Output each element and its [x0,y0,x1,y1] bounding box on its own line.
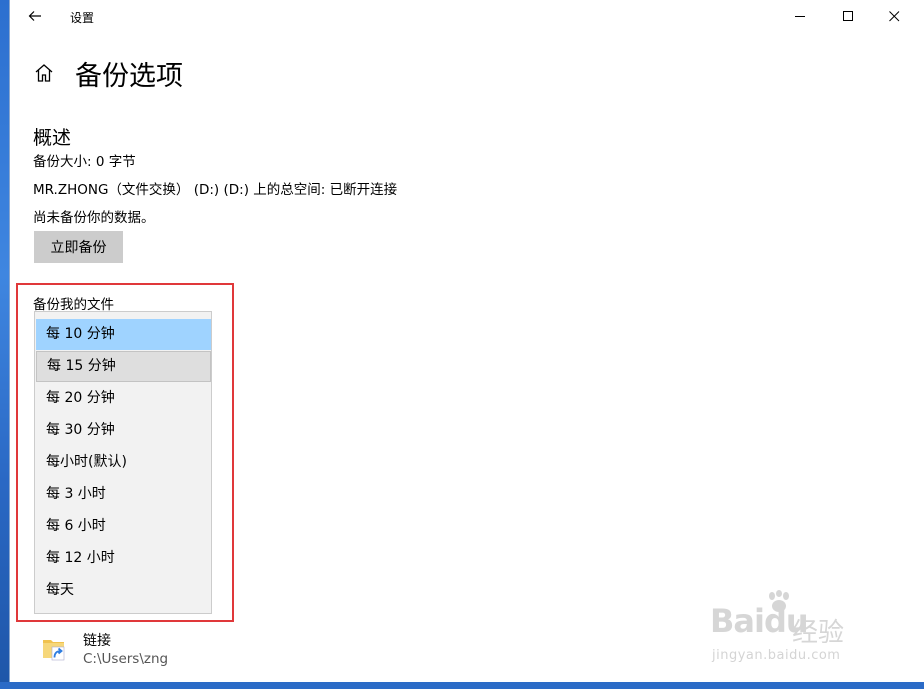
close-icon [888,11,899,22]
maximize-icon [842,11,853,21]
overview-heading: 概述 [33,127,72,149]
frequency-option[interactable]: 每 30 分钟 [36,415,211,446]
baidu-jingyan-watermark: Baidu 经验 jingyan.baidu.com [710,590,900,670]
watermark-suffix-text: 经验 [792,618,845,648]
backup-now-button[interactable]: 立即备份 [34,231,123,263]
drive-info-text: MR.ZHONG（文件交换） (D:) (D:) 上的总空间: 已断开连接 [33,182,398,198]
frequency-option[interactable]: 每 6 小时 [36,511,211,542]
minimize-icon [794,16,805,17]
folder-name[interactable]: 链接 [83,630,111,650]
backup-frequency-label: 备份我的文件 [33,297,114,313]
back-button[interactable] [22,3,48,29]
frequency-option[interactable]: 每 20 分钟 [36,383,211,414]
frequency-option[interactable]: 每 15 分钟 [36,351,211,382]
backup-frequency-dropdown[interactable]: 每 10 分钟 每 15 分钟 每 20 分钟 每 30 分钟 每小时(默认) … [34,311,212,614]
paw-icon [769,590,789,612]
desktop-taskbar-edge [0,682,924,689]
backup-size-text: 备份大小: 0 字节 [33,154,136,170]
home-icon [35,64,53,82]
folder-path: C:\Users\zng [83,651,169,667]
folder-shortcut-icon[interactable] [42,634,66,662]
frequency-option[interactable]: 每天 [36,575,211,606]
title-bar: 设置 [10,0,924,33]
maximize-button[interactable] [825,0,871,33]
settings-window: 设置 备份选项 概述 备份大小: 0 字节 MR.ZHONG（文件交换） (D:… [9,0,924,682]
frequency-option[interactable]: 每 10 分钟 [36,319,211,350]
home-button[interactable] [34,63,54,83]
watermark-url: jingyan.baidu.com [712,648,841,663]
window-title: 设置 [70,11,95,25]
page-title: 备份选项 [75,61,183,92]
arrow-left-icon [28,11,41,21]
minimize-button[interactable] [777,0,823,33]
backup-status-text: 尚未备份你的数据。 [33,210,155,226]
frequency-option[interactable]: 每 12 小时 [36,543,211,574]
frequency-option[interactable]: 每 3 小时 [36,479,211,510]
close-button[interactable] [871,0,917,33]
frequency-option[interactable]: 每小时(默认) [36,447,211,478]
